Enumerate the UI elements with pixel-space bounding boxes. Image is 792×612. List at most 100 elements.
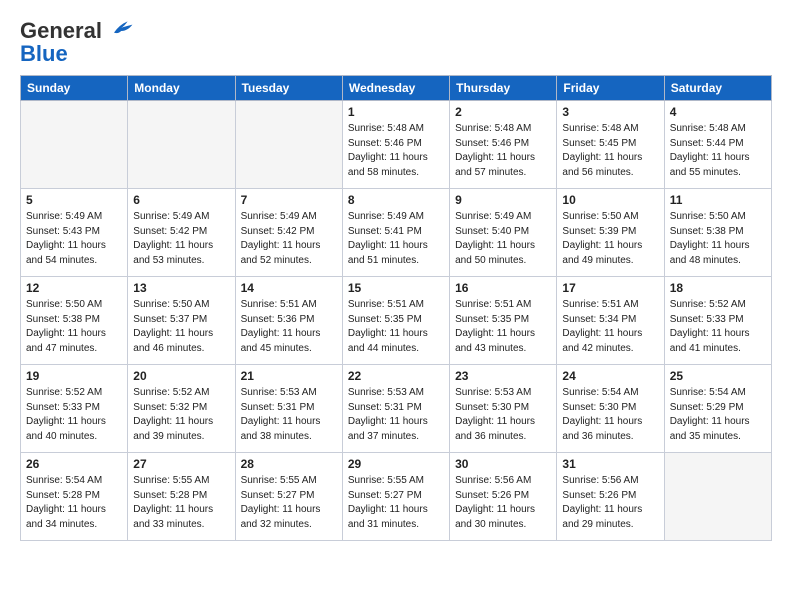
- col-header-friday: Friday: [557, 76, 664, 101]
- cell-info: Sunrise: 5:54 AMSunset: 5:30 PMDaylight:…: [562, 386, 658, 444]
- week-row-3: 12 Sunrise: 5:50 AMSunset: 5:38 PMDayligh…: [21, 277, 772, 365]
- cell-info: Sunrise: 5:49 AMSunset: 5:40 PMDaylight:…: [455, 210, 551, 268]
- empty-cell: [664, 453, 771, 541]
- day-number: 11: [670, 193, 766, 207]
- day-number: 24: [562, 369, 658, 383]
- week-row-1: 1 Sunrise: 5:48 AMSunset: 5:46 PMDaylight…: [21, 101, 772, 189]
- cell-info: Sunrise: 5:52 AMSunset: 5:32 PMDaylight:…: [133, 386, 229, 444]
- day-cell-16: 16 Sunrise: 5:51 AMSunset: 5:35 PMDayligh…: [450, 277, 557, 365]
- week-row-5: 26 Sunrise: 5:54 AMSunset: 5:28 PMDayligh…: [21, 453, 772, 541]
- day-number: 27: [133, 457, 229, 471]
- day-number: 21: [241, 369, 337, 383]
- day-cell-26: 26 Sunrise: 5:54 AMSunset: 5:28 PMDayligh…: [21, 453, 128, 541]
- day-cell-2: 2 Sunrise: 5:48 AMSunset: 5:46 PMDaylight…: [450, 101, 557, 189]
- day-number: 4: [670, 105, 766, 119]
- cell-info: Sunrise: 5:56 AMSunset: 5:26 PMDaylight:…: [455, 474, 551, 532]
- day-number: 6: [133, 193, 229, 207]
- day-cell-18: 18 Sunrise: 5:52 AMSunset: 5:33 PMDayligh…: [664, 277, 771, 365]
- cell-info: Sunrise: 5:55 AMSunset: 5:28 PMDaylight:…: [133, 474, 229, 532]
- cell-info: Sunrise: 5:55 AMSunset: 5:27 PMDaylight:…: [348, 474, 444, 532]
- col-header-saturday: Saturday: [664, 76, 771, 101]
- day-number: 29: [348, 457, 444, 471]
- cell-info: Sunrise: 5:49 AMSunset: 5:42 PMDaylight:…: [241, 210, 337, 268]
- day-cell-27: 27 Sunrise: 5:55 AMSunset: 5:28 PMDayligh…: [128, 453, 235, 541]
- cell-info: Sunrise: 5:54 AMSunset: 5:28 PMDaylight:…: [26, 474, 122, 532]
- day-cell-5: 5Sunrise: 5:49 AMSunset: 5:43 PMDaylight…: [21, 189, 128, 277]
- day-cell-3: 3Sunrise: 5:48 AMSunset: 5:45 PMDaylight…: [557, 101, 664, 189]
- day-number: 30: [455, 457, 551, 471]
- day-cell-17: 17 Sunrise: 5:51 AMSunset: 5:34 PMDayligh…: [557, 277, 664, 365]
- day-cell-12: 12 Sunrise: 5:50 AMSunset: 5:38 PMDayligh…: [21, 277, 128, 365]
- day-number: 18: [670, 281, 766, 295]
- week-row-4: 19 Sunrise: 5:52 AMSunset: 5:33 PMDayligh…: [21, 365, 772, 453]
- logo: General Blue: [20, 16, 134, 65]
- logo-bird-icon: [110, 16, 134, 38]
- cell-info: Sunrise: 5:52 AMSunset: 5:33 PMDaylight:…: [26, 386, 122, 444]
- logo-general: General: [20, 16, 134, 43]
- empty-cell: [128, 101, 235, 189]
- cell-info: Sunrise: 5:56 AMSunset: 5:26 PMDaylight:…: [562, 474, 658, 532]
- day-cell-31: 31 Sunrise: 5:56 AMSunset: 5:26 PMDayligh…: [557, 453, 664, 541]
- day-number: 26: [26, 457, 122, 471]
- cell-info: Sunrise: 5:49 AMSunset: 5:42 PMDaylight:…: [133, 210, 229, 268]
- day-cell-23: 23 Sunrise: 5:53 AMSunset: 5:30 PMDayligh…: [450, 365, 557, 453]
- cell-info: Sunrise: 5:48 AMSunset: 5:46 PMDaylight:…: [455, 122, 551, 180]
- cell-info: Sunrise: 5:55 AMSunset: 5:27 PMDaylight:…: [241, 474, 337, 532]
- day-number: 8: [348, 193, 444, 207]
- day-cell-22: 22Sunrise: 5:53 AMSunset: 5:31 PMDayligh…: [342, 365, 449, 453]
- cell-info: Sunrise: 5:53 AMSunset: 5:31 PMDaylight:…: [241, 386, 337, 444]
- day-cell-7: 7 Sunrise: 5:49 AMSunset: 5:42 PMDaylight…: [235, 189, 342, 277]
- cell-info: Sunrise: 5:50 AMSunset: 5:39 PMDaylight:…: [562, 210, 658, 268]
- week-row-2: 5Sunrise: 5:49 AMSunset: 5:43 PMDaylight…: [21, 189, 772, 277]
- cell-info: Sunrise: 5:51 AMSunset: 5:35 PMDaylight:…: [455, 298, 551, 356]
- day-number: 20: [133, 369, 229, 383]
- day-cell-1: 1Sunrise: 5:48 AMSunset: 5:46 PMDaylight…: [342, 101, 449, 189]
- cell-info: Sunrise: 5:50 AMSunset: 5:37 PMDaylight:…: [133, 298, 229, 356]
- day-cell-10: 10 Sunrise: 5:50 AMSunset: 5:39 PMDayligh…: [557, 189, 664, 277]
- col-header-sunday: Sunday: [21, 76, 128, 101]
- day-number: 17: [562, 281, 658, 295]
- calendar-header-row: SundayMondayTuesdayWednesdayThursdayFrid…: [21, 76, 772, 101]
- col-header-tuesday: Tuesday: [235, 76, 342, 101]
- logo-blue: Blue: [20, 43, 134, 65]
- page: General Blue SundayMondayTuesdayWednesda…: [0, 0, 792, 612]
- day-number: 5: [26, 193, 122, 207]
- day-cell-9: 9 Sunrise: 5:49 AMSunset: 5:40 PMDaylight…: [450, 189, 557, 277]
- empty-cell: [235, 101, 342, 189]
- day-cell-11: 11 Sunrise: 5:50 AMSunset: 5:38 PMDayligh…: [664, 189, 771, 277]
- cell-info: Sunrise: 5:53 AMSunset: 5:30 PMDaylight:…: [455, 386, 551, 444]
- day-number: 10: [562, 193, 658, 207]
- day-number: 2: [455, 105, 551, 119]
- cell-info: Sunrise: 5:50 AMSunset: 5:38 PMDaylight:…: [670, 210, 766, 268]
- cell-info: Sunrise: 5:51 AMSunset: 5:35 PMDaylight:…: [348, 298, 444, 356]
- day-cell-19: 19 Sunrise: 5:52 AMSunset: 5:33 PMDayligh…: [21, 365, 128, 453]
- col-header-wednesday: Wednesday: [342, 76, 449, 101]
- cell-info: Sunrise: 5:54 AMSunset: 5:29 PMDaylight:…: [670, 386, 766, 444]
- day-number: 9: [455, 193, 551, 207]
- day-cell-25: 25Sunrise: 5:54 AMSunset: 5:29 PMDayligh…: [664, 365, 771, 453]
- day-number: 31: [562, 457, 658, 471]
- day-cell-24: 24 Sunrise: 5:54 AMSunset: 5:30 PMDayligh…: [557, 365, 664, 453]
- cell-info: Sunrise: 5:51 AMSunset: 5:34 PMDaylight:…: [562, 298, 658, 356]
- day-number: 28: [241, 457, 337, 471]
- day-cell-13: 13 Sunrise: 5:50 AMSunset: 5:37 PMDayligh…: [128, 277, 235, 365]
- cell-info: Sunrise: 5:49 AMSunset: 5:41 PMDaylight:…: [348, 210, 444, 268]
- day-cell-14: 14Sunrise: 5:51 AMSunset: 5:36 PMDayligh…: [235, 277, 342, 365]
- day-cell-8: 8 Sunrise: 5:49 AMSunset: 5:41 PMDaylight…: [342, 189, 449, 277]
- col-header-monday: Monday: [128, 76, 235, 101]
- day-number: 1: [348, 105, 444, 119]
- day-number: 3: [562, 105, 658, 119]
- day-number: 16: [455, 281, 551, 295]
- day-number: 23: [455, 369, 551, 383]
- cell-info: Sunrise: 5:50 AMSunset: 5:38 PMDaylight:…: [26, 298, 122, 356]
- day-cell-30: 30 Sunrise: 5:56 AMSunset: 5:26 PMDayligh…: [450, 453, 557, 541]
- col-header-thursday: Thursday: [450, 76, 557, 101]
- day-cell-29: 29 Sunrise: 5:55 AMSunset: 5:27 PMDayligh…: [342, 453, 449, 541]
- day-number: 7: [241, 193, 337, 207]
- day-number: 14: [241, 281, 337, 295]
- cell-info: Sunrise: 5:52 AMSunset: 5:33 PMDaylight:…: [670, 298, 766, 356]
- day-number: 13: [133, 281, 229, 295]
- day-number: 19: [26, 369, 122, 383]
- day-number: 12: [26, 281, 122, 295]
- day-cell-28: 28 Sunrise: 5:55 AMSunset: 5:27 PMDayligh…: [235, 453, 342, 541]
